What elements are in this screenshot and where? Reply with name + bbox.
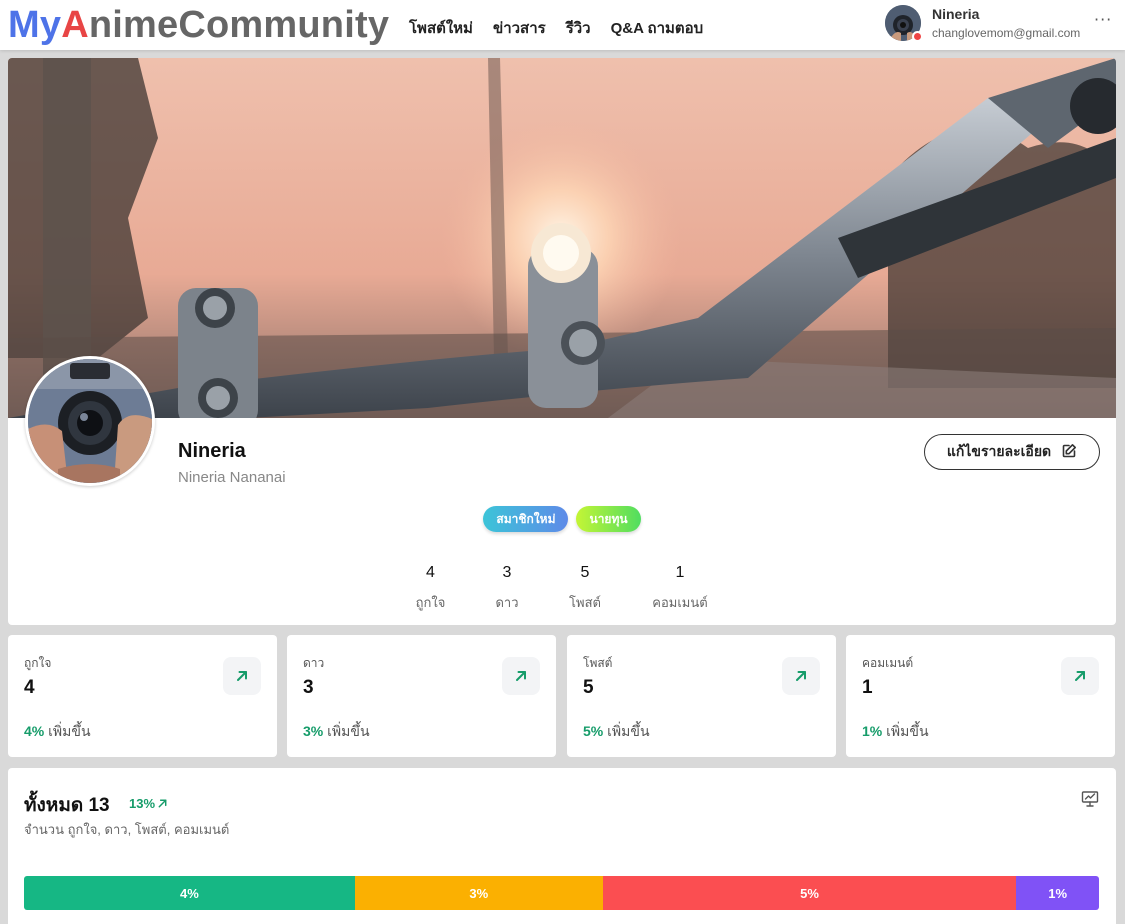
stat-value: 3 (303, 677, 314, 698)
menu-item-news[interactable]: ข่าวสาร (493, 16, 546, 40)
badge-row: สมาชิกใหม่ นายทุน (8, 506, 1116, 532)
online-status-dot (912, 31, 923, 42)
trend-up-icon[interactable] (502, 657, 540, 695)
stat-value: 5 (583, 677, 594, 698)
stat-trend-pct: 4% (24, 723, 45, 739)
count-posts: 5 โพสต์ (556, 564, 614, 613)
total-summary-card: ทั้งหมด 13 13% จำนวน ถูกใจ, ดาว, โพสต์, … (8, 768, 1116, 924)
stat-trend-text: เพิ่มขึ้น (48, 723, 91, 739)
badge-new-member: สมาชิกใหม่ (483, 506, 569, 532)
profile-card: Nineria Nineria Nananai แก้ไขรายละเอียด … (8, 58, 1116, 625)
count-likes: 4 ถูกใจ (403, 564, 458, 613)
count-stars: 3 ดาว (458, 564, 556, 613)
trend-up-icon[interactable] (223, 657, 261, 695)
edit-icon (1061, 443, 1077, 462)
presentation-chart-icon[interactable] (1081, 790, 1099, 812)
stat-trend: 3% เพิ่มขึ้น (303, 721, 370, 743)
menu-item-review[interactable]: รีวิว (566, 16, 591, 40)
distribution-segment: 3% (354, 876, 603, 910)
stat-trend: 1% เพิ่มขึ้น (862, 721, 929, 743)
stat-label: ดาว (303, 656, 325, 670)
total-change: 13% (129, 796, 168, 811)
distribution-segment: 4% (24, 876, 355, 910)
logo-part-a: A (61, 4, 89, 46)
edit-profile-button[interactable]: แก้ไขรายละเอียด (924, 434, 1100, 470)
distribution-bar: 4% 3% 5% 1% (24, 876, 1099, 910)
count-comments-value: 1 (675, 564, 685, 581)
stat-trend: 5% เพิ่มขึ้น (583, 721, 650, 743)
site-logo[interactable]: MyAnimeCommunity (8, 3, 389, 47)
trend-up-icon[interactable] (1061, 657, 1099, 695)
total-title: ทั้งหมด 13 (24, 795, 110, 816)
stat-card-stars: ดาว 3 3% เพิ่มขึ้น (287, 635, 556, 757)
more-options-icon[interactable]: ··· (1094, 10, 1112, 29)
badge-investor: นายทุน (576, 506, 641, 532)
stat-label: โพสต์ (583, 656, 613, 670)
count-posts-value: 5 (580, 564, 590, 581)
stat-trend: 4% เพิ่มขึ้น (24, 721, 91, 743)
count-comments: 1 คอมเมนต์ (614, 564, 746, 613)
count-stars-value: 3 (502, 564, 512, 581)
stat-trend-pct: 1% (862, 723, 883, 739)
stat-trend-text: เพิ่มขึ้น (607, 723, 650, 739)
trend-up-icon[interactable] (782, 657, 820, 695)
user-name[interactable]: Nineria (932, 6, 979, 22)
stat-trend-text: เพิ่มขึ้น (327, 723, 370, 739)
top-navbar: MyAnimeCommunity โพสต์ใหม่ ข่าวสาร รีวิว… (0, 0, 1125, 50)
stat-value: 1 (862, 677, 873, 698)
profile-avatar[interactable] (25, 356, 155, 486)
logo-part-my: My (8, 4, 62, 46)
main-menu: โพสต์ใหม่ ข่าวสาร รีวิว Q&A ถามตอบ (409, 16, 703, 40)
stat-label: คอมเมนต์ (862, 656, 914, 670)
stat-card-comments: คอมเมนต์ 1 1% เพิ่มขึ้น (846, 635, 1115, 757)
total-subtitle: จำนวน ถูกใจ, ดาว, โพสต์, คอมเมนต์ (24, 822, 230, 837)
distribution-segment: 1% (1016, 876, 1099, 910)
stat-trend-pct: 5% (583, 723, 604, 739)
stat-trend-text: เพิ่มขึ้น (886, 723, 929, 739)
profile-handle: Nineria Nananai (178, 469, 286, 486)
distribution-segment: 5% (602, 876, 1017, 910)
count-stars-label: ดาว (495, 595, 519, 610)
menu-item-new-post[interactable]: โพสต์ใหม่ (409, 16, 473, 40)
count-posts-label: โพสต์ (569, 595, 601, 610)
stat-trend-pct: 3% (303, 723, 324, 739)
arrow-up-right-icon (158, 799, 167, 808)
profile-name: Nineria (178, 440, 246, 462)
user-email: changlovemom@gmail.com (932, 26, 1081, 40)
stat-card-likes: ถูกใจ 4 4% เพิ่มขึ้น (8, 635, 277, 757)
stat-card-posts: โพสต์ 5 5% เพิ่มขึ้น (567, 635, 836, 757)
stat-label: ถูกใจ (24, 656, 52, 670)
menu-item-qa[interactable]: Q&A ถามตอบ (611, 16, 704, 40)
count-comments-label: คอมเมนต์ (652, 595, 708, 610)
profile-counts: 4 ถูกใจ 3 ดาว 5 โพสต์ 1 คอมเมนต์ (403, 564, 746, 613)
logo-part-rest: nimeCommunity (88, 4, 390, 46)
cover-photo (8, 58, 1116, 428)
stat-value: 4 (24, 677, 35, 698)
count-likes-value: 4 (426, 564, 435, 581)
total-change-pct: 13% (129, 796, 156, 811)
count-likes-label: ถูกใจ (415, 595, 446, 610)
edit-profile-label: แก้ไขรายละเอียด (946, 443, 1052, 459)
